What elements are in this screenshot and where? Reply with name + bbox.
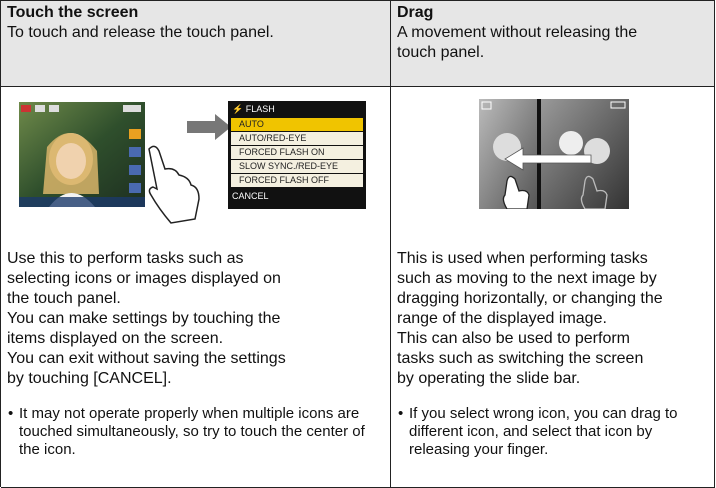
flash-icon (129, 129, 141, 139)
touch-subtitle: To touch and release the touch panel. (7, 24, 274, 41)
touch-body-cell: ⚡ FLASH AUTO AUTO/RED-EYE FORCED FLASH O… (1, 87, 391, 488)
touch-description: Use this to perform tasks such as select… (7, 250, 286, 387)
touch-title: Touch the screen (7, 4, 139, 21)
menu-cancel-button[interactable]: CANCEL (228, 188, 366, 204)
hand-tap-icon (148, 145, 200, 224)
touch-note: It may not operate properly when multipl… (7, 405, 386, 459)
flash-option-forced-off[interactable]: FORCED FLASH OFF (231, 174, 363, 187)
arrow-right-icon (187, 114, 231, 140)
flash-option-forced-on[interactable]: FORCED FLASH ON (231, 146, 363, 159)
flash-option-auto[interactable]: AUTO (231, 118, 363, 131)
drag-header-cell: Drag A movement without releasing the to… (391, 1, 715, 87)
drag-description: This is used when performing tasks such … (397, 250, 663, 387)
touch-header-cell: Touch the screen To touch and release th… (1, 1, 391, 87)
drag-illustration (479, 99, 629, 209)
drag-note: If you select wrong icon, you can drag t… (397, 405, 710, 459)
flash-option-slow-sync[interactable]: SLOW SYNC./RED-EYE (231, 160, 363, 173)
flash-menu-header: ⚡ FLASH (232, 104, 275, 114)
drag-subtitle: A movement without releasing the touch p… (397, 24, 638, 61)
flash-menu: ⚡ FLASH AUTO AUTO/RED-EYE FORCED FLASH O… (228, 101, 366, 209)
flash-option-auto-red-eye[interactable]: AUTO/RED-EYE (231, 132, 363, 145)
drag-title: Drag (397, 4, 434, 21)
drag-body-cell: This is used when performing tasks such … (391, 87, 715, 488)
lightning-icon: ⚡ (232, 104, 246, 114)
instruction-table: Touch the screen To touch and release th… (0, 0, 715, 488)
